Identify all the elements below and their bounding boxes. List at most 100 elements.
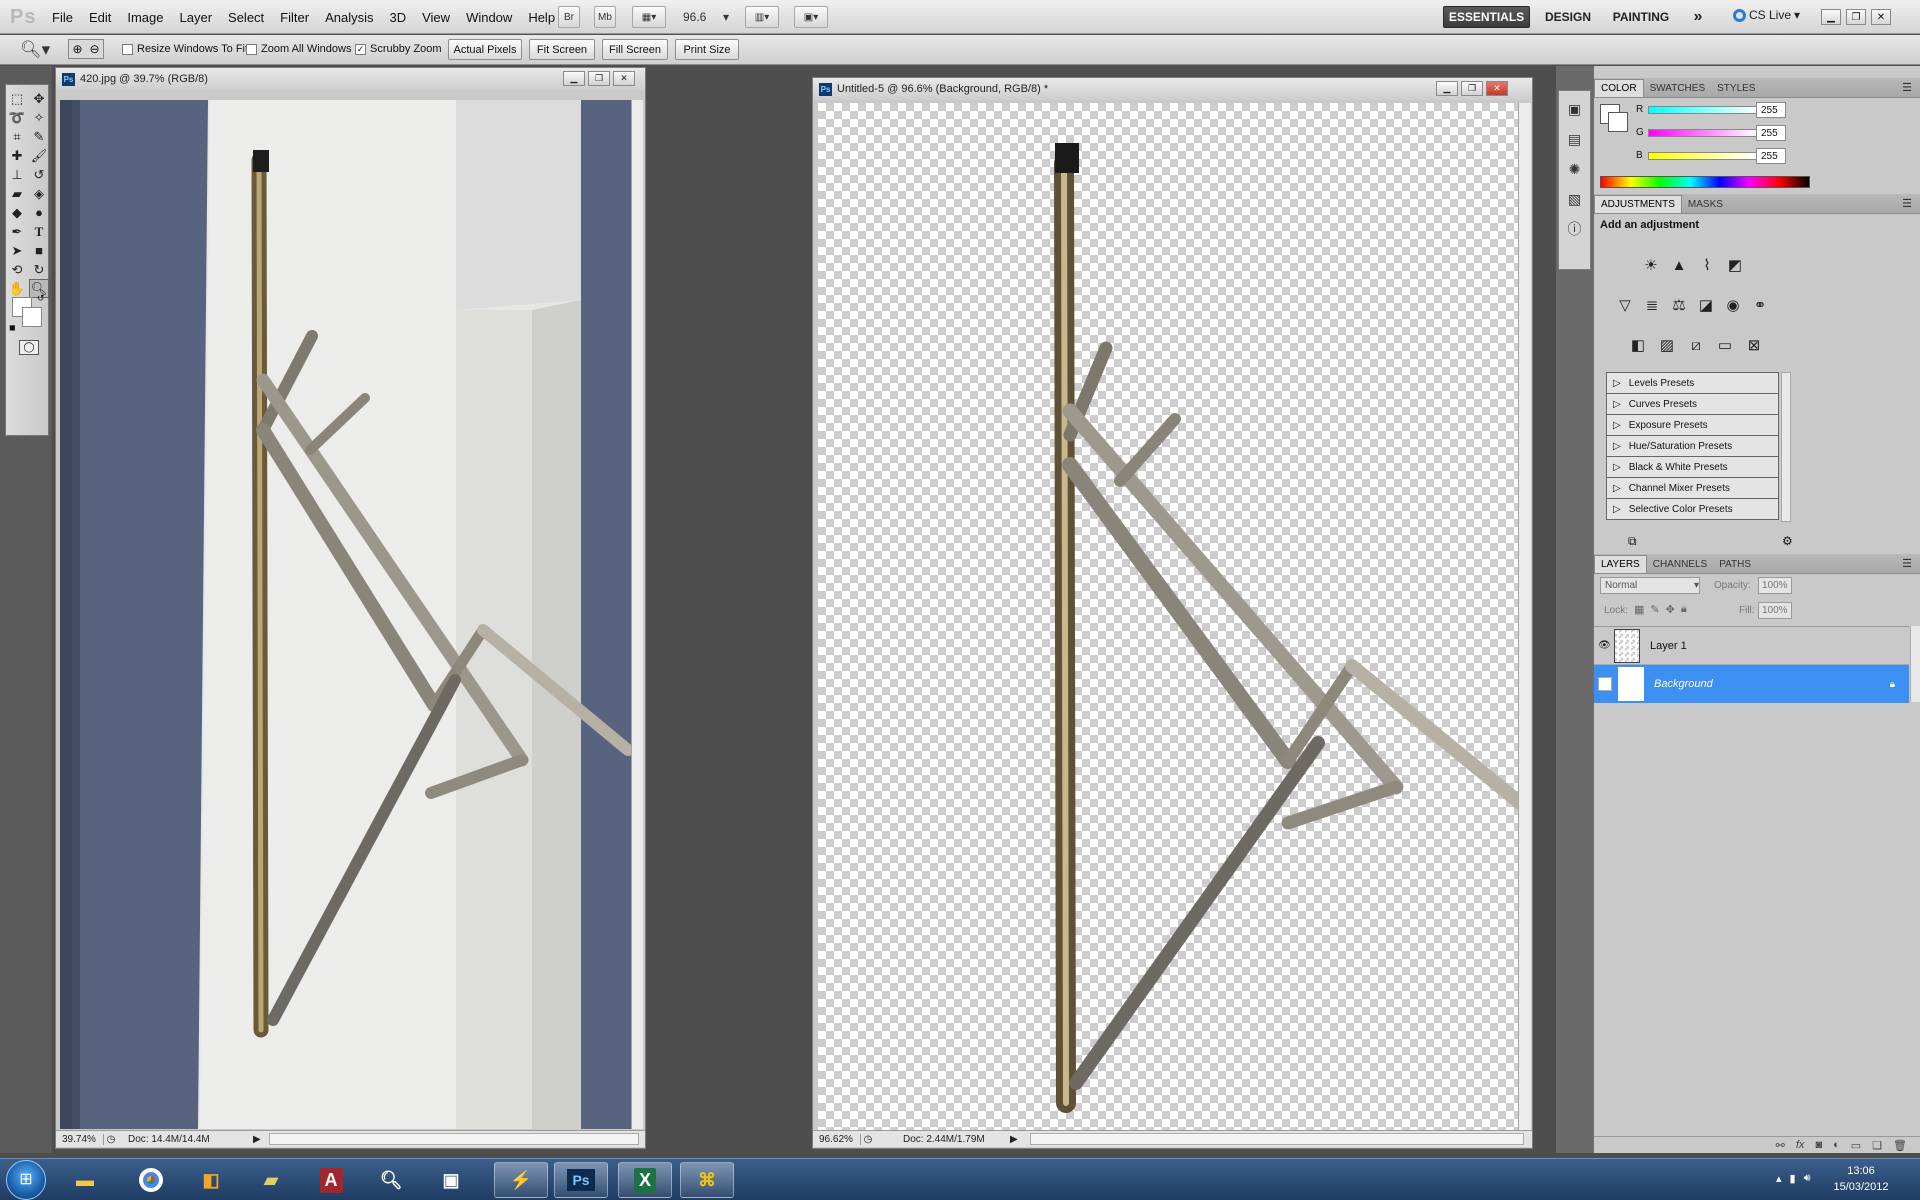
horizontal-scrollbar[interactable] (1030, 1133, 1524, 1145)
path-selection-tool-icon[interactable]: ➤ (7, 241, 27, 260)
preset-black-white[interactable]: ▷ Black & White Presets (1606, 457, 1779, 478)
zoom-level-select[interactable]: 96.6 ▾ (683, 8, 729, 26)
curves-icon[interactable]: ⌇ (1694, 252, 1720, 278)
fill-screen-button[interactable]: Fill Screen (602, 39, 668, 60)
photo-canvas[interactable] (60, 100, 631, 1129)
filezilla-taskbar-icon[interactable]: ⚡ (494, 1162, 548, 1198)
lock-position-icon[interactable]: ✥ (1666, 603, 1675, 616)
layer-style-icon[interactable]: fx (1796, 1139, 1805, 1151)
g-value-input[interactable]: 255 (1756, 125, 1786, 141)
brightness-contrast-icon[interactable]: ☀ (1638, 252, 1664, 278)
menu-filter[interactable]: Filter (272, 10, 317, 25)
threshold-icon[interactable]: ⧄ (1683, 332, 1709, 358)
app-close-button[interactable]: ✕ (1871, 9, 1891, 25)
posterize-icon[interactable]: ▨ (1654, 332, 1680, 358)
magic-wand-tool-icon[interactable]: ✧ (29, 108, 49, 127)
layer-mask-icon[interactable]: ◙ (1815, 1139, 1822, 1151)
start-button[interactable]: ⊞ (6, 1160, 46, 1200)
black-white-icon[interactable]: ◪ (1693, 292, 1719, 318)
menu-window[interactable]: Window (458, 10, 520, 25)
preset-levels[interactable]: ▷ Levels Presets (1606, 373, 1779, 394)
preset-exposure[interactable]: ▷ Exposure Presets (1606, 415, 1779, 436)
lock-transparent-icon[interactable]: ▦ (1634, 603, 1644, 616)
tab-adjustments[interactable]: ADJUSTMENTS (1594, 195, 1682, 213)
background-color-swatch[interactable] (22, 307, 42, 327)
menu-file[interactable]: File (44, 10, 81, 25)
lasso-tool-icon[interactable]: ➰ (7, 108, 27, 127)
presets-scrollbar[interactable] (1781, 372, 1791, 522)
document-title-bar[interactable]: Ps 420.jpg @ 39.7% (RGB/8) (56, 68, 645, 90)
clip-to-layer-icon[interactable]: ⧉ (1628, 534, 1637, 549)
menu-layer[interactable]: Layer (172, 10, 221, 25)
hue-saturation-icon[interactable]: ≣ (1639, 292, 1665, 318)
tab-layers[interactable]: LAYERS (1594, 555, 1647, 573)
menu-select[interactable]: Select (220, 10, 272, 25)
zoom-percent[interactable]: 39.74% (56, 1133, 104, 1145)
menu-analysis[interactable]: Analysis (317, 10, 381, 25)
menu-edit[interactable]: Edit (81, 10, 119, 25)
hand-tool-icon[interactable]: ✋ (7, 279, 27, 298)
menu-view[interactable]: View (414, 10, 458, 25)
transparent-canvas[interactable] (818, 103, 1518, 1130)
visibility-eye-icon[interactable]: 👁︎ (1594, 640, 1611, 651)
visibility-toggle[interactable] (1598, 677, 1612, 691)
panel-menu-icon[interactable]: ☰ (1902, 557, 1912, 570)
invert-icon[interactable]: ◧ (1625, 332, 1651, 358)
rectangle-tool-icon[interactable]: ■ (29, 241, 49, 260)
b-slider[interactable] (1648, 152, 1758, 160)
r-value-input[interactable]: 255 (1756, 102, 1786, 118)
launch-bridge-button[interactable]: Br (558, 6, 580, 28)
color-background-swatch[interactable] (1608, 112, 1628, 132)
eraser-tool-icon[interactable]: ▰ (7, 184, 27, 203)
info-panel-icon[interactable]: ⓘ (1563, 217, 1587, 241)
workspace-essentials[interactable]: ESSENTIALS (1443, 6, 1530, 28)
menu-help[interactable]: Help (520, 10, 563, 25)
doc-minimize-button[interactable]: ▁ (1436, 81, 1458, 96)
histogram-panel-icon[interactable]: ▧ (1563, 187, 1587, 211)
launch-minibridge-button[interactable]: Mb (594, 6, 616, 28)
layer-row-layer-1[interactable]: 👁︎ Layer 1 (1594, 627, 1909, 665)
volume-tray-icon[interactable]: 🔊︎ (1804, 1172, 1811, 1185)
new-group-icon[interactable]: ▭ (1851, 1139, 1861, 1152)
remote-desktop-taskbar-icon[interactable]: ▣ (424, 1162, 478, 1198)
vertical-scrollbar[interactable] (631, 100, 643, 1129)
doc-close-button[interactable]: ✕ (613, 71, 635, 86)
layer-row-background[interactable]: Background 🔒︎ (1594, 665, 1909, 703)
layers-scrollbar[interactable] (1910, 626, 1920, 702)
vertical-scrollbar[interactable] (1518, 103, 1531, 1130)
new-layer-icon[interactable]: ❏ (1872, 1139, 1882, 1152)
menu-3d[interactable]: 3D (381, 10, 414, 25)
lock-all-icon[interactable]: 🔒︎ (1681, 603, 1687, 616)
network-tool-taskbar-icon[interactable]: ⌘ (680, 1162, 734, 1198)
link-layers-icon[interactable]: ⚯ (1776, 1139, 1785, 1152)
view-extras-button[interactable]: ▦▾ (632, 6, 666, 28)
status-menu-icon[interactable]: ◷ (104, 1134, 118, 1145)
status-menu-icon[interactable]: ◷ (861, 1134, 875, 1145)
doc-close-button[interactable]: ✕ (1486, 81, 1508, 96)
history-panel-icon[interactable]: ▤ (1563, 127, 1587, 151)
color-balance-icon[interactable]: ⚖ (1666, 292, 1692, 318)
blur-tool-icon[interactable]: ◆ (7, 203, 27, 222)
tab-styles[interactable]: STYLES (1711, 79, 1761, 97)
default-colors-icon[interactable]: ◼ (9, 323, 16, 332)
preset-hue-saturation[interactable]: ▷ Hue/Saturation Presets (1606, 436, 1779, 457)
panel-menu-icon[interactable]: ☰ (1902, 197, 1912, 210)
delete-layer-icon[interactable]: 🗑︎ (1893, 1139, 1907, 1152)
move-tool-icon[interactable]: ✥ (29, 89, 49, 108)
lock-image-icon[interactable]: ✎ (1650, 603, 1659, 616)
gradient-map-icon[interactable]: ▭ (1712, 332, 1738, 358)
fill-input[interactable]: 100% (1758, 602, 1792, 619)
adjustment-options-icon[interactable]: ⚙ (1782, 534, 1793, 548)
fit-screen-button[interactable]: Fit Screen (529, 39, 595, 60)
workspace-design[interactable]: DESIGN (1540, 6, 1596, 28)
crop-tool-icon[interactable]: ⌗ (7, 127, 27, 146)
swap-colors-icon[interactable]: ↺ (37, 293, 45, 304)
blend-mode-select[interactable]: Normal ▾ (1600, 577, 1700, 594)
scrubby-zoom-checkbox[interactable]: ✓ Scrubby Zoom (355, 43, 442, 55)
adjustment-layer-icon[interactable]: ◐ (1833, 1139, 1840, 1151)
exposure-icon[interactable]: ◩ (1722, 252, 1748, 278)
doc-restore-button[interactable]: ❐ (1461, 81, 1483, 96)
healing-brush-tool-icon[interactable]: ✚ (7, 146, 27, 165)
history-brush-tool-icon[interactable]: ↺ (29, 165, 49, 184)
tab-masks[interactable]: MASKS (1682, 195, 1729, 213)
